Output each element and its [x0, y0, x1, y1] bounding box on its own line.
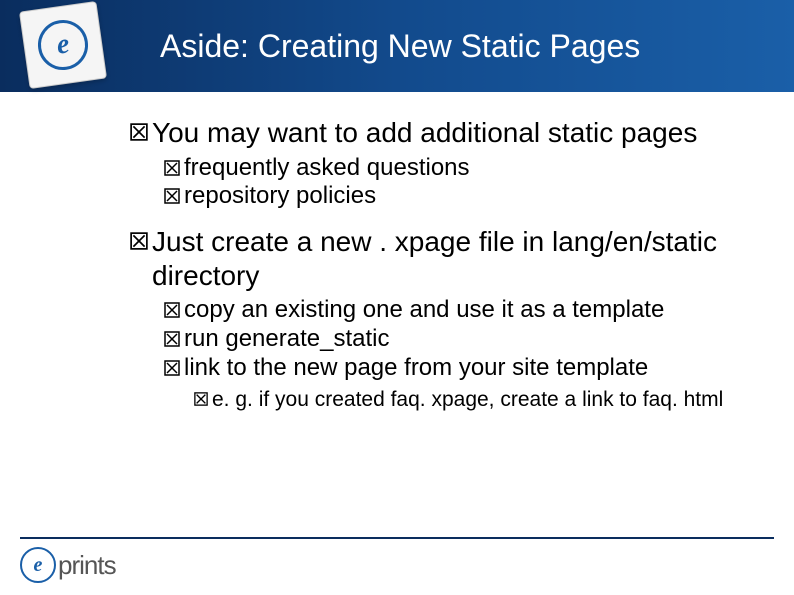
- bullet-item-l1: You may want to add additional static pa…: [130, 116, 754, 150]
- x-box-icon: [164, 360, 180, 381]
- slide-content: You may want to add additional static pa…: [0, 92, 794, 412]
- bullet-item-l2: run generate_static: [164, 325, 754, 354]
- footer-logo: e prints: [20, 547, 116, 583]
- footer-logo-text: prints: [58, 550, 116, 581]
- header-logo-letter: e: [35, 17, 91, 73]
- footer-logo-letter: e: [20, 547, 56, 583]
- bullet-text: Just create a new . xpage file in lang/e…: [152, 225, 754, 292]
- bullet-item-l2: link to the new page from your site temp…: [164, 354, 754, 383]
- bullet-item-l2: copy an existing one and use it as a tem…: [164, 296, 754, 325]
- x-box-icon: [194, 392, 208, 411]
- bullet-text: run generate_static: [184, 325, 389, 354]
- slide-footer: e prints: [0, 537, 794, 595]
- bullet-text: frequently asked questions: [184, 154, 470, 183]
- bullet-item-l3: e. g. if you created faq. xpage, create …: [194, 387, 754, 412]
- bullet-item-l2: frequently asked questions: [164, 154, 754, 183]
- bullet-item-l2: repository policies: [164, 182, 754, 211]
- x-box-icon: [164, 302, 180, 323]
- bullet-text: repository policies: [184, 182, 376, 211]
- bullet-text: You may want to add additional static pa…: [152, 116, 697, 150]
- bullet-text: link to the new page from your site temp…: [184, 354, 648, 383]
- header-logo: e: [19, 1, 107, 89]
- slide-title: Aside: Creating New Static Pages: [160, 28, 640, 65]
- bullet-text: copy an existing one and use it as a tem…: [184, 296, 664, 325]
- x-box-icon: [164, 331, 180, 352]
- x-box-icon: [164, 160, 180, 181]
- x-box-icon: [130, 123, 148, 146]
- x-box-icon: [130, 232, 148, 255]
- bullet-item-l1: Just create a new . xpage file in lang/e…: [130, 225, 754, 292]
- x-box-icon: [164, 188, 180, 209]
- slide-header: e Aside: Creating New Static Pages: [0, 0, 794, 92]
- footer-divider: [20, 537, 774, 539]
- bullet-text: e. g. if you created faq. xpage, create …: [212, 387, 723, 412]
